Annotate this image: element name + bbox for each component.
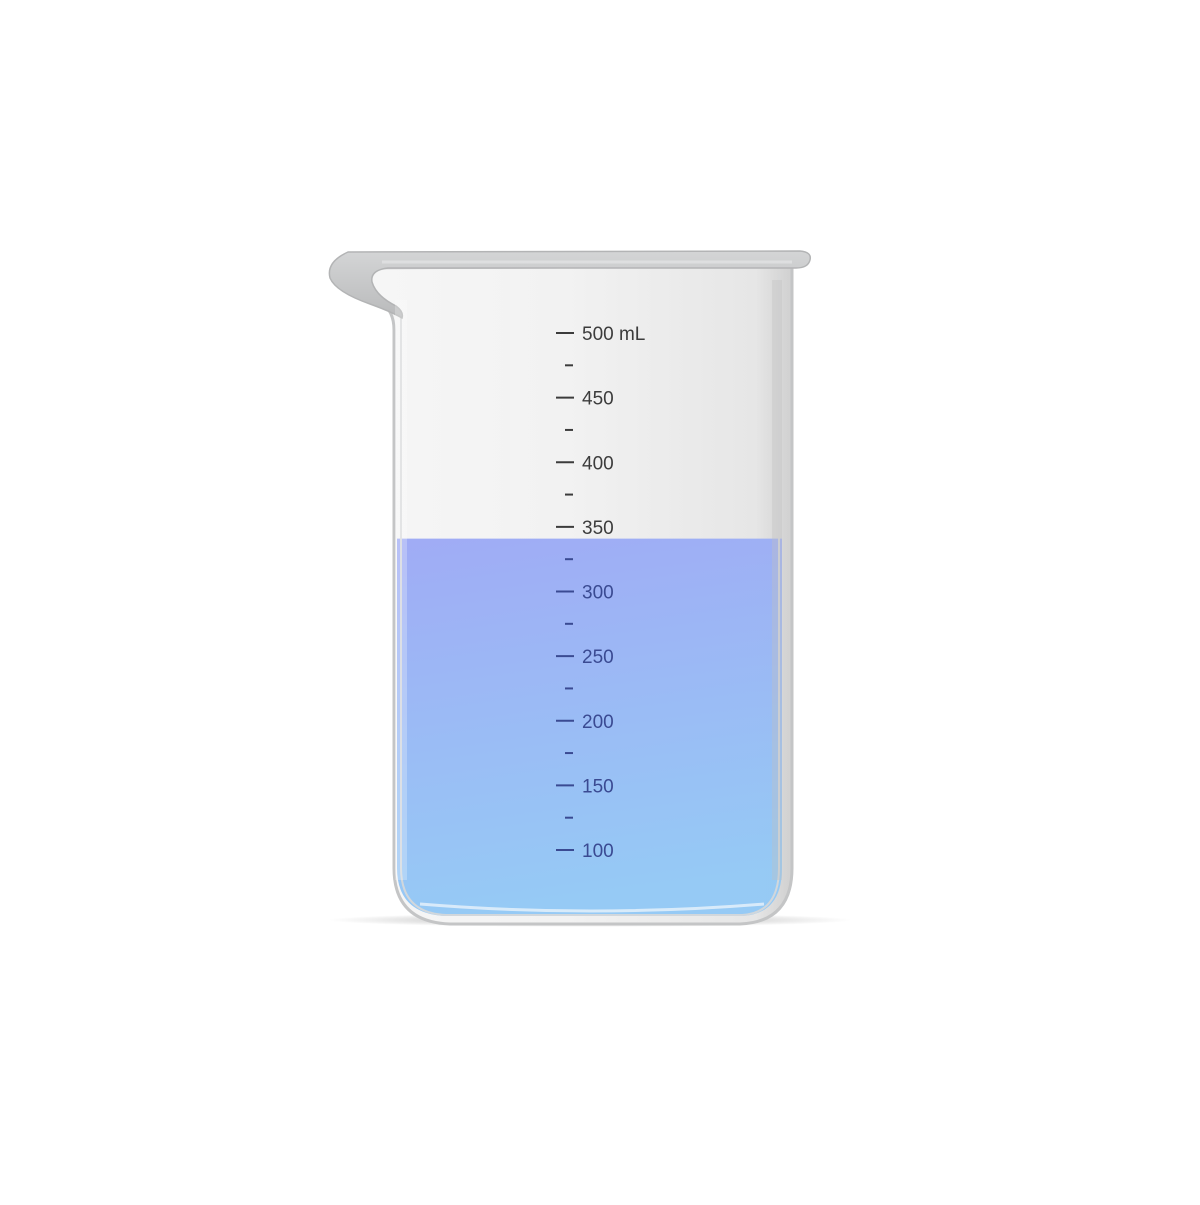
beaker-svg: 500 mL 450 400 350 300 250 200 150 100: [328, 250, 852, 927]
graduation-label-200: 200: [582, 712, 614, 733]
graduation-label-400: 400: [582, 453, 614, 474]
beaker-left-shade: [395, 300, 407, 880]
beaker-illustration: 500 mL 450 400 350 300 250 200 150 100: [0, 0, 1200, 1200]
graduation-label-250: 250: [582, 647, 614, 668]
graduation-label-100: 100: [582, 841, 614, 862]
graduation-label-150: 150: [582, 776, 614, 797]
graduation-label-500: 500 mL: [582, 324, 645, 345]
graduation-label-450: 450: [582, 389, 614, 410]
beaker-right-shade: [772, 280, 782, 880]
graduation-label-350: 350: [582, 518, 614, 539]
graduation-label-300: 300: [582, 583, 614, 604]
